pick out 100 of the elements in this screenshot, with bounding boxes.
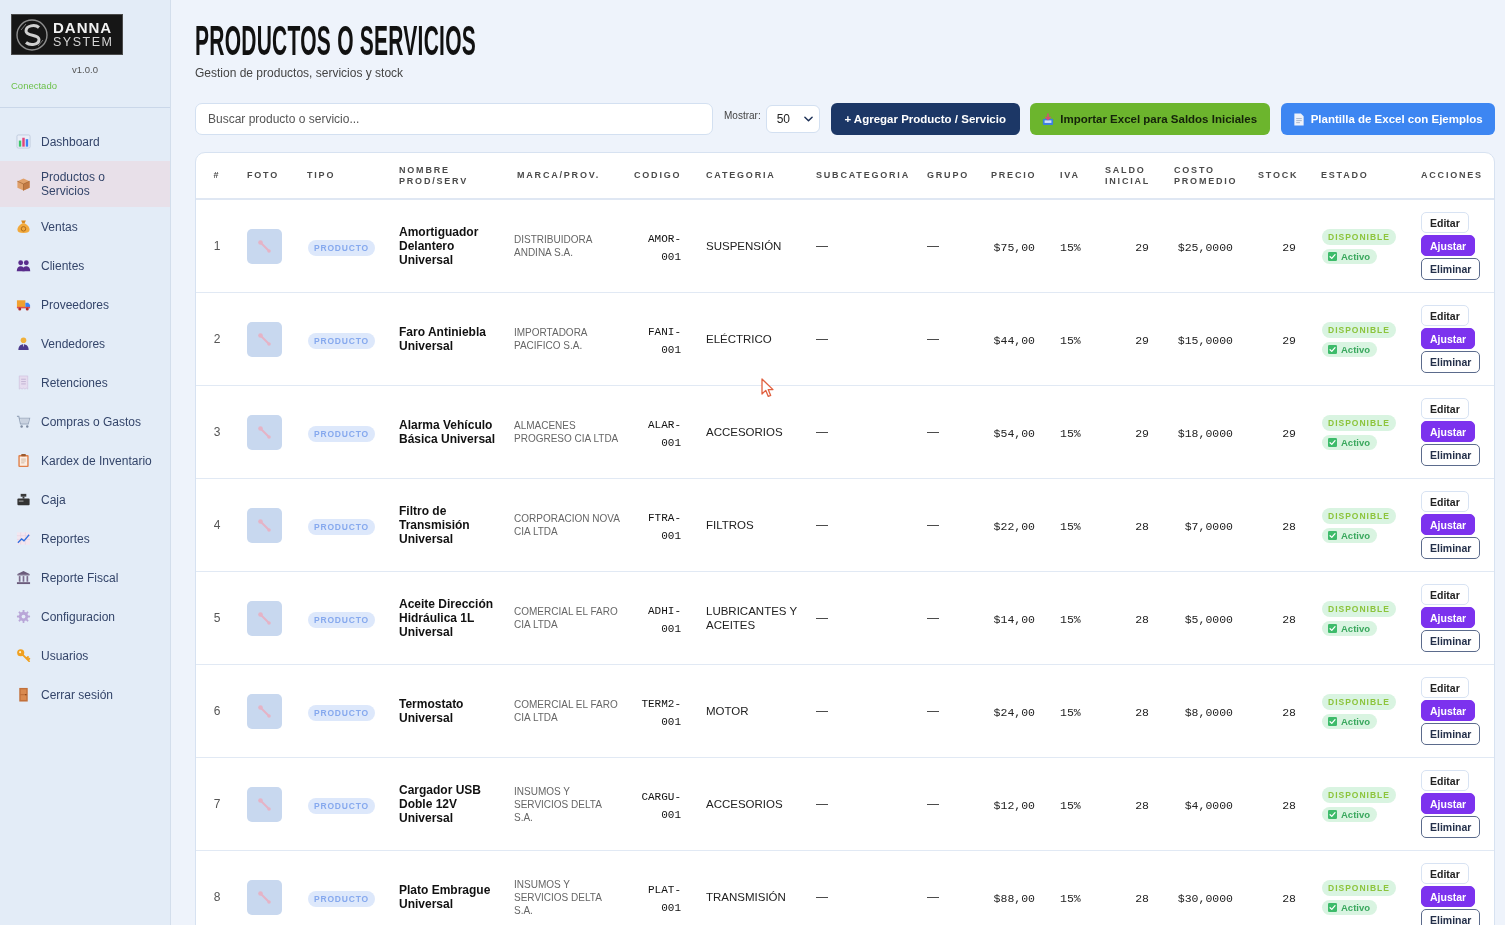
adjust-button[interactable]: Ajustar [1421, 793, 1476, 814]
sidebar-item[interactable]: Proveedores [0, 285, 170, 324]
sidebar-item[interactable]: Reportes [0, 519, 170, 558]
sidebar-item[interactable]: Vendedores [0, 324, 170, 363]
page-size-label: Mostrar: [724, 110, 761, 122]
clipboard-icon [16, 453, 31, 468]
category-name: MOTOR [706, 704, 750, 718]
type-tag: PRODUCTO [308, 332, 375, 349]
chevron-down-icon [803, 116, 813, 122]
sidebar-item[interactable]: Productos o Servicios [0, 161, 170, 207]
adjust-button[interactable]: Ajustar [1421, 328, 1476, 349]
money-bag-icon [16, 219, 31, 234]
edit-button[interactable]: Editar [1421, 305, 1469, 326]
edit-button[interactable]: Editar [1421, 212, 1469, 233]
excel-template-button[interactable]: Plantilla de Excel con Ejemplos [1280, 103, 1495, 135]
column-header: # [213, 170, 221, 180]
adjust-button[interactable]: Ajustar [1421, 235, 1476, 256]
delete-button[interactable]: Eliminar [1421, 258, 1481, 280]
inbox-tray-icon [1042, 112, 1055, 126]
stock-value: 28 [1282, 892, 1296, 905]
opening-balance-value: 29 [1135, 241, 1149, 254]
delete-button[interactable]: Eliminar [1421, 909, 1481, 925]
group-value: — [927, 332, 939, 346]
delete-button[interactable]: Eliminar [1421, 537, 1481, 559]
edit-button[interactable]: Editar [1421, 770, 1469, 791]
product-name: Alarma Vehículo Básica Universal [399, 418, 497, 446]
product-name: Plato Embrague Universal [399, 883, 492, 911]
row-number: 4 [213, 518, 221, 532]
sidebar-item[interactable]: Compras o Gastos [0, 402, 170, 441]
adjust-button[interactable]: Ajustar [1421, 607, 1476, 628]
sidebar-item[interactable]: Configuracion [0, 597, 170, 636]
subcategory-value: — [816, 425, 828, 439]
edit-button[interactable]: Editar [1421, 398, 1469, 419]
availability-tag: DISPONIBLE [1322, 414, 1396, 431]
edit-button[interactable]: Editar [1421, 584, 1469, 605]
active-label: Activo [1341, 622, 1371, 634]
edit-button[interactable]: Editar [1421, 491, 1469, 512]
sidebar-item[interactable]: Clientes [0, 246, 170, 285]
stock-value: 28 [1282, 799, 1296, 812]
group-value: — [927, 425, 939, 439]
opening-balance-value: 28 [1135, 799, 1149, 812]
product-name: Faro Antiniebla Universal [399, 325, 487, 353]
sidebar-item[interactable]: Caja [0, 480, 170, 519]
delete-button[interactable]: Eliminar [1421, 444, 1481, 466]
sidebar-item[interactable]: Cerrar sesión [0, 675, 170, 714]
supplier-name: CORPORACION NOVA CIA LTDA [514, 512, 620, 538]
wrench-icon [247, 507, 282, 543]
supplier-name: IMPORTADORA PACIFICO S.A. [514, 326, 589, 352]
average-cost-value: $8,0000 [1184, 706, 1233, 719]
price-value: $22,00 [993, 520, 1035, 533]
adjust-button[interactable]: Ajustar [1421, 700, 1476, 721]
column-header: ACCIONES [1421, 170, 1483, 180]
sidebar-item[interactable]: Usuarios [0, 636, 170, 675]
adjust-button[interactable]: Ajustar [1421, 886, 1476, 907]
stock-value: 29 [1282, 427, 1296, 440]
edit-button[interactable]: Editar [1421, 677, 1469, 698]
opening-balance-value: 29 [1135, 427, 1149, 440]
delete-button[interactable]: Eliminar [1421, 630, 1481, 652]
product-code: ADHI-001 [648, 605, 681, 635]
column-header: ESTADO [1321, 170, 1369, 180]
sidebar-item[interactable]: Ventas [0, 207, 170, 246]
line-chart-icon [16, 531, 31, 546]
delete-button[interactable]: Eliminar [1421, 351, 1481, 373]
type-tag: PRODUCTO [308, 704, 375, 721]
edit-button[interactable]: Editar [1421, 863, 1469, 884]
row-number: 1 [213, 239, 221, 253]
document-icon [1292, 112, 1305, 126]
subcategory-value: — [816, 797, 828, 811]
price-value: $12,00 [993, 799, 1035, 812]
subcategory-value: — [816, 518, 828, 532]
stock-value: 28 [1282, 706, 1296, 719]
delete-button[interactable]: Eliminar [1421, 816, 1481, 838]
availability-tag: DISPONIBLE [1322, 693, 1396, 710]
adjust-button[interactable]: Ajustar [1421, 514, 1476, 535]
sidebar-item[interactable]: Reporte Fiscal [0, 558, 170, 597]
add-product-button[interactable]: + Agregar Producto / Servicio [830, 103, 1020, 135]
delete-button[interactable]: Eliminar [1421, 723, 1481, 745]
wrench-icon [247, 321, 282, 357]
availability-tag: DISPONIBLE [1322, 879, 1396, 896]
opening-balance-value: 28 [1135, 892, 1149, 905]
person-icon [16, 336, 31, 351]
import-excel-button[interactable]: Importar Excel para Saldos Iniciales [1029, 103, 1270, 135]
subcategory-value: — [816, 704, 828, 718]
stock-value: 29 [1282, 334, 1296, 347]
type-tag: PRODUCTO [308, 890, 375, 907]
adjust-button[interactable]: Ajustar [1421, 421, 1476, 442]
brand-subtitle: SYSTEM [53, 35, 114, 49]
sidebar-item[interactable]: Retenciones [0, 363, 170, 402]
product-name: Cargador USB Doble 12V Universal [399, 783, 482, 825]
availability-tag: DISPONIBLE [1322, 600, 1396, 617]
search-field[interactable]: Buscar producto o servicio... [195, 103, 713, 135]
category-name: ELÉCTRICO [706, 332, 773, 346]
sidebar-item[interactable]: Dashboard [0, 122, 170, 161]
page-size-select[interactable]: 50 [765, 105, 820, 133]
sidebar-item[interactable]: Kardex de Inventario [0, 441, 170, 480]
type-tag: PRODUCTO [308, 425, 375, 442]
availability-tag: DISPONIBLE [1322, 321, 1396, 338]
average-cost-value: $25,0000 [1177, 241, 1233, 254]
check-icon [1328, 530, 1337, 540]
type-tag: PRODUCTO [308, 518, 375, 535]
